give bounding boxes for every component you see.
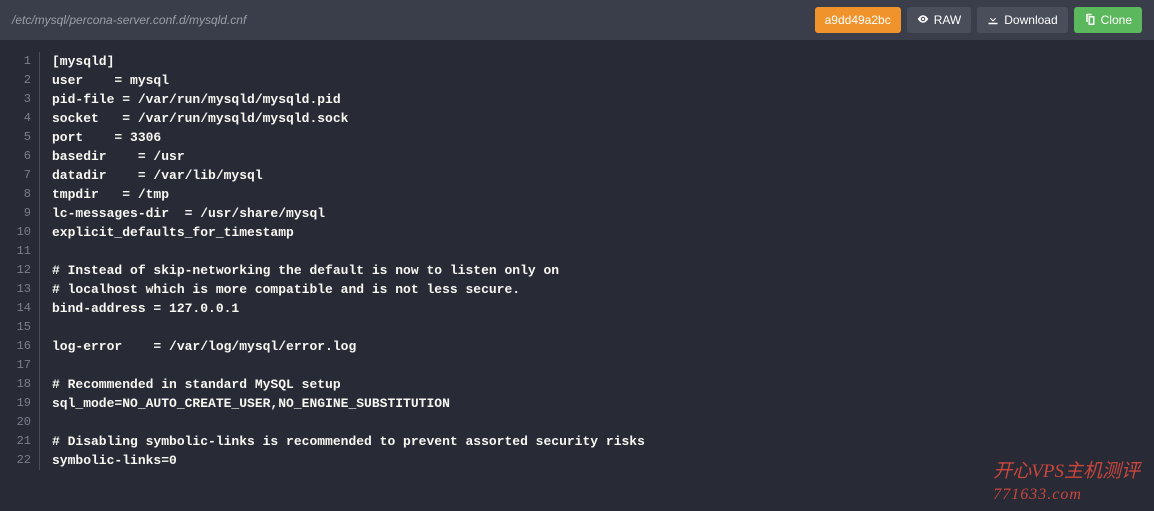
line-number: 21: [0, 432, 31, 451]
download-icon: [987, 13, 999, 28]
watermark-sub: 771633.com: [993, 486, 1082, 503]
line-number: 11: [0, 242, 31, 261]
line-number: 15: [0, 318, 31, 337]
code-line: [52, 413, 1154, 432]
commit-badge[interactable]: a9dd49a2bc: [815, 7, 901, 33]
download-button[interactable]: Download: [977, 7, 1067, 33]
raw-label: RAW: [934, 13, 962, 27]
code-line: [52, 356, 1154, 375]
line-number: 10: [0, 223, 31, 242]
line-number: 9: [0, 204, 31, 223]
code-line: bind-address = 127.0.0.1: [52, 299, 1154, 318]
code-line: tmpdir = /tmp: [52, 185, 1154, 204]
code-content: [mysqld]user = mysqlpid-file = /var/run/…: [40, 52, 1154, 470]
line-number: 20: [0, 413, 31, 432]
line-number: 17: [0, 356, 31, 375]
line-number: 3: [0, 90, 31, 109]
code-line: [52, 318, 1154, 337]
line-number: 1: [0, 52, 31, 71]
code-line: [52, 242, 1154, 261]
line-number: 2: [0, 71, 31, 90]
line-number: 8: [0, 185, 31, 204]
code-line: # Recommended in standard MySQL setup: [52, 375, 1154, 394]
eye-icon: [917, 13, 929, 28]
clone-button[interactable]: Clone: [1074, 7, 1142, 33]
code-line: # localhost which is more compatible and…: [52, 280, 1154, 299]
file-path: /etc/mysql/percona-server.conf.d/mysqld.…: [12, 13, 815, 27]
code-line: basedir = /usr: [52, 147, 1154, 166]
line-number: 7: [0, 166, 31, 185]
code-line: user = mysql: [52, 71, 1154, 90]
code-line: datadir = /var/lib/mysql: [52, 166, 1154, 185]
download-label: Download: [1004, 13, 1057, 27]
code-line: # Disabling symbolic-links is recommende…: [52, 432, 1154, 451]
code-line: port = 3306: [52, 128, 1154, 147]
code-viewer: 12345678910111213141516171819202122 [mys…: [0, 40, 1154, 478]
commit-label: a9dd49a2bc: [825, 13, 891, 27]
line-number: 13: [0, 280, 31, 299]
line-number: 19: [0, 394, 31, 413]
code-line: # Instead of skip-networking the default…: [52, 261, 1154, 280]
clone-label: Clone: [1101, 13, 1132, 27]
line-number: 6: [0, 147, 31, 166]
line-number: 12: [0, 261, 31, 280]
code-line: socket = /var/run/mysqld/mysqld.sock: [52, 109, 1154, 128]
toolbar-buttons: a9dd49a2bc RAW Download Clone: [815, 7, 1142, 33]
line-number: 16: [0, 337, 31, 356]
line-number: 14: [0, 299, 31, 318]
clone-icon: [1084, 13, 1096, 28]
toolbar: /etc/mysql/percona-server.conf.d/mysqld.…: [0, 0, 1154, 40]
code-line: symbolic-links=0: [52, 451, 1154, 470]
code-line: sql_mode=NO_AUTO_CREATE_USER,NO_ENGINE_S…: [52, 394, 1154, 413]
raw-button[interactable]: RAW: [907, 7, 972, 33]
code-line: explicit_defaults_for_timestamp: [52, 223, 1154, 242]
code-line: lc-messages-dir = /usr/share/mysql: [52, 204, 1154, 223]
line-number-gutter: 12345678910111213141516171819202122: [0, 52, 40, 470]
line-number: 4: [0, 109, 31, 128]
line-number: 5: [0, 128, 31, 147]
code-line: log-error = /var/log/mysql/error.log: [52, 337, 1154, 356]
code-line: pid-file = /var/run/mysqld/mysqld.pid: [52, 90, 1154, 109]
line-number: 18: [0, 375, 31, 394]
code-line: [mysqld]: [52, 52, 1154, 71]
line-number: 22: [0, 451, 31, 470]
